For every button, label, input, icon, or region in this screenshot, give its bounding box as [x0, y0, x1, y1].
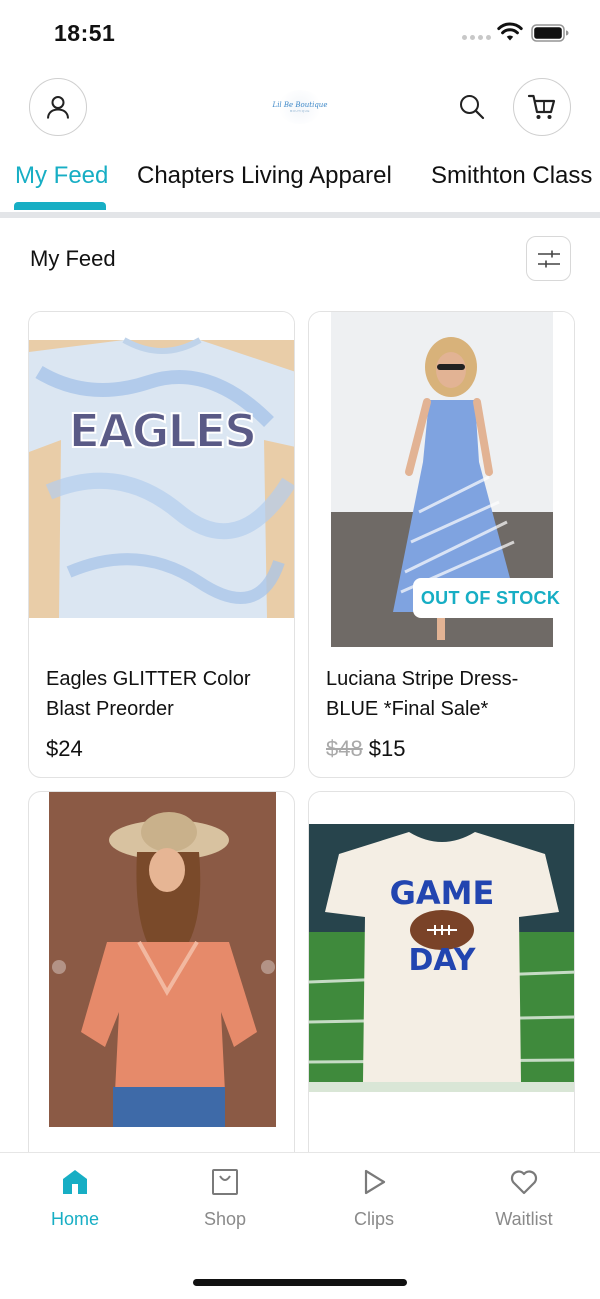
cart-icon — [527, 94, 556, 119]
tshirt-image: EAGLES — [29, 337, 294, 618]
product-name: Luciana Stripe Dress-BLUE *Final Sale* — [326, 668, 519, 720]
product-sale-price: $15 — [368, 736, 406, 761]
heart-icon — [510, 1170, 538, 1195]
product-image: EAGLES — [29, 312, 294, 647]
battery-icon — [531, 24, 569, 42]
svg-text:DAY: DAY — [409, 943, 477, 978]
product-card[interactable] — [28, 791, 295, 1171]
logo-subtext: BOUTIQUE — [290, 109, 310, 113]
product-image: GAME DAY — [309, 792, 574, 1127]
nav-shop-label: Shop — [203, 1209, 247, 1229]
filter-button[interactable] — [526, 236, 571, 281]
product-name: Eagles GLITTER Color Blast Preorder — [46, 668, 251, 720]
store-logo[interactable]: Lil Be Boutique BOUTIQUE — [273, 90, 327, 124]
logo-text: Lil Be Boutique — [272, 101, 328, 109]
product-image — [29, 792, 294, 1127]
product-card[interactable]: GAME DAY — [308, 791, 575, 1171]
tab-my-feed[interactable]: My Feed — [15, 162, 108, 190]
play-icon — [364, 1169, 386, 1195]
product-card[interactable]: EAGLES Eagles GLITTER Color Blast Preord… — [28, 311, 295, 778]
home-icon — [63, 1170, 87, 1194]
cart-button[interactable] — [513, 78, 571, 136]
game-day-shirt-image: GAME DAY — [309, 824, 574, 1092]
feed-title: My Feed — [30, 246, 116, 271]
wifi-icon — [497, 22, 523, 41]
svg-text:GAME: GAME — [390, 874, 495, 912]
home-indicator[interactable] — [193, 1279, 407, 1286]
status-bar: 18:51 — [0, 0, 600, 66]
product-card[interactable]: OUT OF STOCK Luciana Stripe Dress-BLUE *… — [308, 311, 575, 778]
nav-home-label: Home — [50, 1209, 99, 1229]
nav-clips[interactable]: Clips — [314, 1167, 434, 1230]
product-price: $48 $15 — [326, 736, 405, 762]
user-icon — [47, 96, 69, 119]
tab-smithton-class[interactable]: Smithton Class — [431, 162, 592, 190]
status-time: 18:51 — [54, 20, 116, 46]
product-price: $24 — [46, 736, 83, 761]
search-button[interactable] — [456, 91, 488, 123]
svg-text:EAGLES: EAGLES — [69, 404, 256, 458]
nav-shop[interactable]: Shop — [165, 1167, 285, 1230]
out-of-stock-badge: OUT OF STOCK — [413, 578, 568, 618]
nav-waitlist[interactable]: Waitlist — [464, 1167, 584, 1230]
signal-icon — [462, 35, 491, 40]
shopping-bag-icon — [212, 1169, 238, 1195]
account-button[interactable] — [29, 78, 87, 136]
bottom-nav: Home Shop Clips Waitlist — [0, 1152, 600, 1299]
store-tabs: My Feed Chapters Living Apparel Smithton… — [0, 154, 600, 218]
search-icon — [460, 95, 485, 120]
product-original-price: $48 — [326, 736, 363, 761]
blouse-photo — [49, 792, 292, 1127]
tabs-divider — [0, 212, 600, 218]
nav-clips-label: Clips — [353, 1209, 394, 1229]
nav-home[interactable]: Home — [15, 1167, 135, 1230]
sliders-icon — [537, 250, 560, 267]
active-tab-indicator — [14, 202, 106, 210]
nav-waitlist-label: Waitlist — [495, 1209, 553, 1229]
tab-chapters-living-apparel[interactable]: Chapters Living Apparel — [137, 162, 392, 190]
app-header: Lil Be Boutique BOUTIQUE — [0, 78, 600, 138]
